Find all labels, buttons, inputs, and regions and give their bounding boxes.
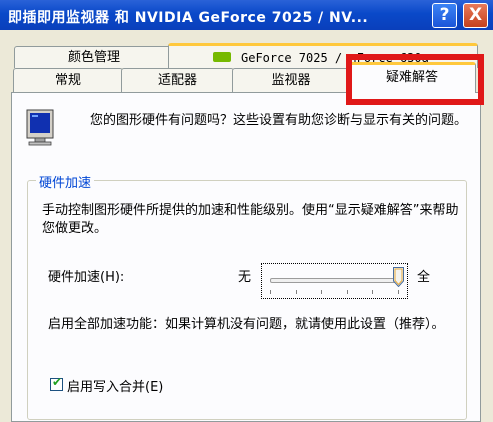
- full-acceleration-note: 启用全部加速功能：如果计算机没有问题，就请使用此设置（推荐）。: [48, 317, 445, 332]
- window-title: 即插即用监视器 和 NVIDIA GeForce 7025 / NV...: [8, 10, 369, 26]
- tab-label: 颜色管理: [67, 50, 120, 65]
- tab-color-management[interactable]: 颜色管理: [14, 46, 174, 68]
- slider-tick: [398, 290, 399, 294]
- highlight-box: [346, 54, 484, 105]
- close-button[interactable]: X: [463, 3, 488, 28]
- group-description: 手动控制图形硬件所提供的加速和性能级别。使用“显示疑难解答”来帮助您做更改。: [42, 203, 459, 236]
- title-bar[interactable]: 即插即用监视器 和 NVIDIA GeForce 7025 / NV... ? …: [0, 0, 493, 30]
- checkmark-icon: ✔: [52, 375, 63, 389]
- tab-monitor[interactable]: 监视器: [232, 68, 350, 92]
- slider-track[interactable]: [270, 278, 400, 283]
- slider-min-label: 无: [238, 270, 252, 285]
- tab-general[interactable]: 常规: [13, 68, 123, 92]
- slider-tick: [321, 290, 322, 294]
- slider-tick: [270, 290, 271, 294]
- help-button[interactable]: ?: [432, 3, 457, 28]
- acceleration-slider[interactable]: [261, 263, 408, 299]
- write-combining-label[interactable]: 启用写入合并(E): [67, 376, 163, 395]
- tab-adapter[interactable]: 适配器: [121, 68, 234, 92]
- intro-text: 您的图形硬件有问题吗？这些设置有助您诊断与显示有关的问题。: [90, 113, 468, 128]
- write-combining-checkbox[interactable]: ✔: [50, 375, 63, 391]
- tab-label: 常规: [54, 73, 81, 88]
- group-title: 硬件加速: [36, 172, 95, 191]
- slider-thumb[interactable]: [392, 267, 404, 287]
- acceleration-label: 硬件加速(H):: [48, 270, 125, 285]
- slider-tick: [372, 290, 373, 294]
- tab-label: 监视器: [271, 73, 311, 88]
- slider-tick: [347, 290, 348, 294]
- slider-max-label: 全: [417, 270, 431, 285]
- slider-tick: [296, 290, 297, 294]
- tab-label: 适配器: [157, 73, 197, 88]
- monitor-icon: [26, 109, 54, 146]
- nvidia-logo-icon: [213, 52, 231, 62]
